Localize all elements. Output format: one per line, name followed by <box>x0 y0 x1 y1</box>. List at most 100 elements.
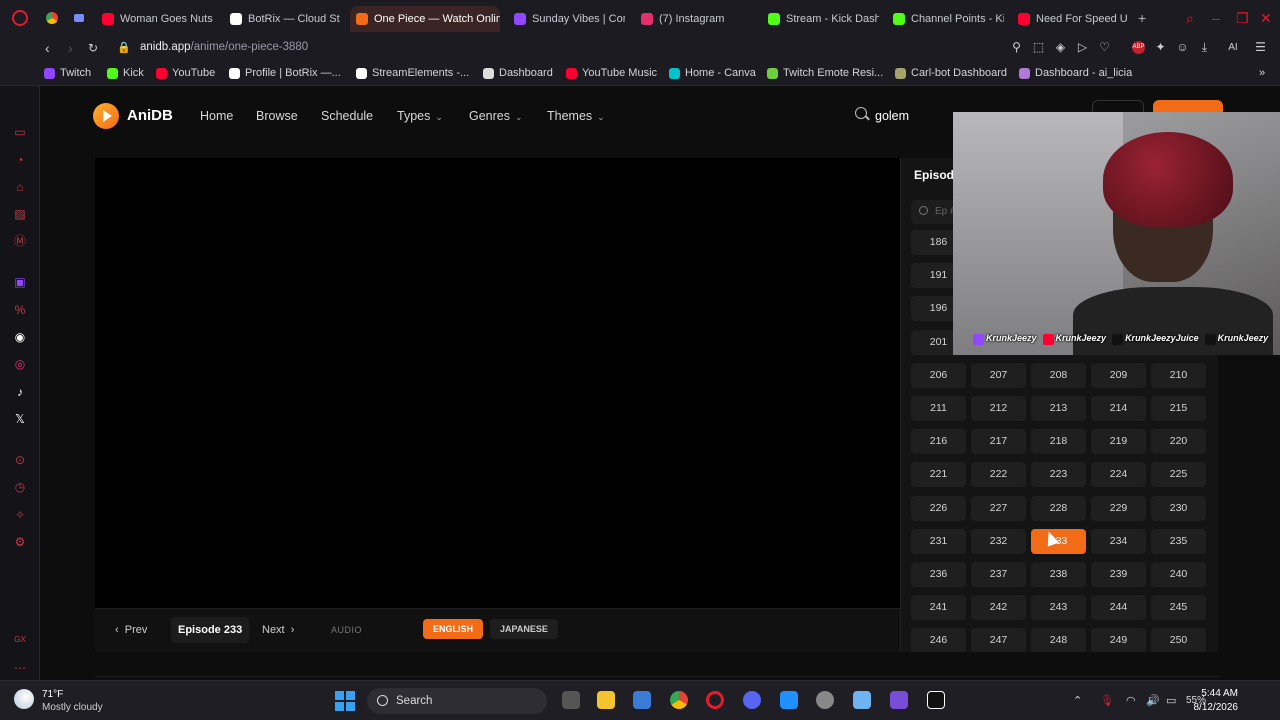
sidebar-workspaces-icon[interactable]: ▭ <box>12 124 28 140</box>
bookmark-item[interactable]: YouTube <box>156 67 215 79</box>
pin-icon[interactable]: ⚲ <box>1010 41 1023 54</box>
episode-button[interactable]: 244 <box>1091 595 1146 621</box>
episode-button[interactable]: 241 <box>911 595 966 621</box>
episode-button[interactable]: 214 <box>1091 396 1146 421</box>
episode-button[interactable]: 238 <box>1031 562 1086 587</box>
forward-icon[interactable]: › <box>68 40 73 56</box>
apps-grid-taskbar-icon[interactable] <box>890 691 908 709</box>
search-tabs-icon[interactable]: ⌕ <box>1186 10 1194 27</box>
bookmark-item[interactable]: Dashboard <box>483 67 553 79</box>
episode-button[interactable]: 212 <box>971 396 1026 421</box>
sidebar-instagram-icon[interactable]: ◎ <box>12 356 28 372</box>
clock-time[interactable]: 5:44 AM <box>1200 688 1238 699</box>
wifi-icon[interactable]: ◠ <box>1126 694 1136 707</box>
bookmark-item[interactable]: StreamElements -... <box>356 67 469 79</box>
episode-button[interactable]: 228 <box>1031 495 1086 521</box>
notepad-taskbar-icon[interactable] <box>853 691 871 709</box>
episode-button[interactable]: 225 <box>1151 462 1206 488</box>
episode-button[interactable]: 217 <box>971 429 1026 455</box>
episode-button[interactable]: 239 <box>1091 562 1146 587</box>
taskbar-search[interactable]: Search <box>367 688 547 714</box>
episode-button[interactable]: 206 <box>911 362 966 388</box>
play-icon[interactable]: ▷ <box>1076 41 1089 54</box>
episode-button[interactable]: 227 <box>971 495 1026 521</box>
episode-button[interactable]: 231 <box>911 528 966 554</box>
nav-browse[interactable]: Browse <box>256 109 298 123</box>
capcut-taskbar-icon[interactable] <box>927 691 945 709</box>
episode-button[interactable]: 208 <box>1031 362 1086 388</box>
next-episode-button[interactable]: Next › <box>262 624 294 636</box>
sidebar-discord-icon[interactable]: ◉ <box>12 329 28 345</box>
episode-button[interactable]: 218 <box>1031 429 1086 455</box>
tab-8[interactable]: Need For Speed Un <box>1012 6 1127 32</box>
episode-button[interactable]: 211 <box>911 396 966 421</box>
audio-japanese-button[interactable]: JAPANESE <box>490 619 558 639</box>
tab-0-favicon[interactable] <box>74 14 84 22</box>
nav-home[interactable]: Home <box>200 109 233 123</box>
episode-button[interactable]: 213 <box>1031 396 1086 421</box>
nav-types[interactable]: Types ⌄ <box>397 109 443 123</box>
task-view-icon[interactable] <box>562 691 580 709</box>
bookmark-item[interactable]: Dashboard - ai_licia <box>1019 67 1132 79</box>
sidebar-player-icon[interactable]: ⊙ <box>12 452 28 468</box>
settings-taskbar-icon[interactable] <box>816 691 834 709</box>
search-icon[interactable] <box>855 107 867 119</box>
sidebar-messenger-icon[interactable]: Ⓜ <box>12 233 28 249</box>
episode-button[interactable]: 250 <box>1151 628 1206 652</box>
episode-button[interactable]: 210 <box>1151 362 1206 388</box>
chrome-taskbar-icon[interactable] <box>670 691 688 709</box>
file-explorer-icon[interactable] <box>597 691 615 709</box>
sidebar-gx-logo-icon[interactable]: GX <box>12 632 28 648</box>
sidebar-history-icon[interactable]: ◷ <box>12 479 28 495</box>
shield-icon[interactable]: ◈ <box>1054 41 1067 54</box>
sidebar-aria-icon[interactable]: ◔ <box>12 152 28 168</box>
discord-taskbar-icon[interactable] <box>743 691 761 709</box>
episode-button[interactable]: 240 <box>1151 562 1206 587</box>
download-icon[interactable]: ⤓ <box>1198 41 1211 54</box>
minimize-button[interactable]: – <box>1212 10 1220 26</box>
bookmark-item[interactable]: Home - Canva <box>669 67 756 79</box>
episode-button[interactable]: 215 <box>1151 396 1206 421</box>
episode-button[interactable]: 223 <box>1031 462 1086 488</box>
episode-button[interactable]: 247 <box>971 628 1026 652</box>
episode-button[interactable]: 242 <box>971 595 1026 621</box>
episode-button[interactable]: 246 <box>911 628 966 652</box>
heart-icon[interactable]: ♡ <box>1098 41 1111 54</box>
episode-button[interactable]: 237 <box>971 562 1026 587</box>
opera-logo-icon[interactable] <box>12 10 28 26</box>
episode-button[interactable]: 209 <box>1091 362 1146 388</box>
bookmark-item[interactable]: Kick <box>107 67 144 79</box>
tab-3[interactable]: One Piece — Watch Online <box>350 6 500 32</box>
episode-button[interactable]: 232 <box>971 528 1026 554</box>
tab-6[interactable]: Stream - Kick Dash <box>762 6 879 32</box>
episode-button[interactable]: 226 <box>911 495 966 521</box>
episode-button[interactable]: 248 <box>1031 628 1086 652</box>
opera-gx-taskbar-icon[interactable] <box>706 691 724 709</box>
bookmarks-more-icon[interactable]: » <box>1259 67 1265 79</box>
microphone-icon[interactable]: 🎙 <box>1100 694 1114 707</box>
maximize-button[interactable]: ❐ <box>1236 10 1249 27</box>
nav-genres[interactable]: Genres ⌄ <box>469 109 523 123</box>
episode-button[interactable]: 245 <box>1151 595 1206 621</box>
episode-button[interactable]: 243 <box>1031 595 1086 621</box>
episode-button[interactable]: 236 <box>911 562 966 587</box>
episode-button[interactable]: 249 <box>1091 628 1146 652</box>
tab-5[interactable]: (7) Instagram <box>635 6 752 32</box>
nav-themes[interactable]: Themes ⌄ <box>547 109 605 123</box>
photos-taskbar-icon[interactable] <box>780 691 798 709</box>
bookmark-item[interactable]: Twitch <box>44 67 91 79</box>
audio-english-button[interactable]: ENGLISH <box>423 619 484 639</box>
back-icon[interactable]: ‹ <box>45 40 50 56</box>
nav-schedule[interactable]: Schedule <box>321 109 373 123</box>
bookmark-item[interactable]: Twitch Emote Resi... <box>767 67 883 79</box>
new-tab-button[interactable]: + <box>1138 10 1146 26</box>
sidebar-twitch-icon[interactable]: ▣ <box>12 274 28 290</box>
ai-icon[interactable]: AI <box>1220 41 1246 54</box>
site-search-input[interactable]: golem <box>875 109 909 123</box>
episode-button[interactable]: 234 <box>1091 528 1146 554</box>
sidebar-extensions-icon[interactable]: ✧ <box>12 507 28 523</box>
close-window-button[interactable]: ✕ <box>1260 10 1272 27</box>
clock-date[interactable]: 8/12/2026 <box>1188 702 1239 713</box>
episode-button[interactable]: 224 <box>1091 462 1146 488</box>
battery-icon[interactable]: ▭ <box>1166 694 1176 707</box>
